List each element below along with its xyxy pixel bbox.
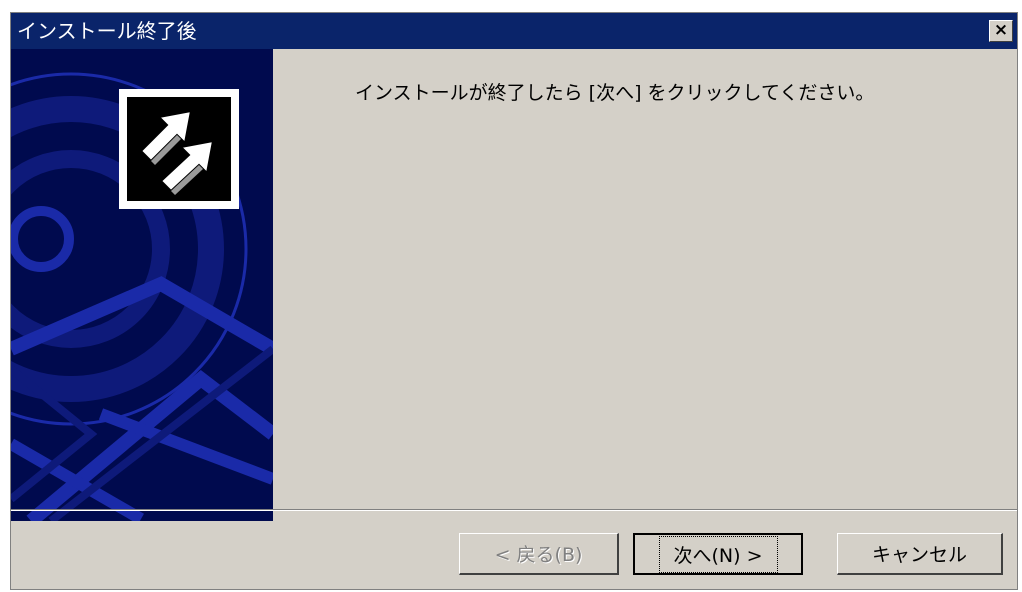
install-arrow-icon — [119, 89, 239, 209]
cancel-button-label: キャンセル — [871, 544, 967, 566]
close-icon: × — [993, 20, 1009, 40]
back-button[interactable]: < 戻る(B) — [459, 533, 619, 575]
title-bar[interactable]: インストール終了後 × — [11, 13, 1017, 49]
next-button-label: 次へ(N) > — [658, 535, 778, 573]
side-banner — [11, 49, 273, 521]
next-button[interactable]: 次へ(N) > — [633, 533, 803, 575]
install-dialog: インストール終了後 × インストールが終了したら [次へ] をクリックしてくださ… — [10, 12, 1018, 590]
close-button[interactable]: × — [989, 20, 1013, 42]
back-button-label: < 戻る(B) — [494, 544, 583, 566]
window-title: インストール終了後 — [17, 19, 197, 43]
cancel-button[interactable]: キャンセル — [837, 533, 1003, 575]
button-divider — [11, 509, 1017, 511]
instruction-text: インストールが終了したら [次へ] をクリックしてください。 — [355, 82, 875, 104]
